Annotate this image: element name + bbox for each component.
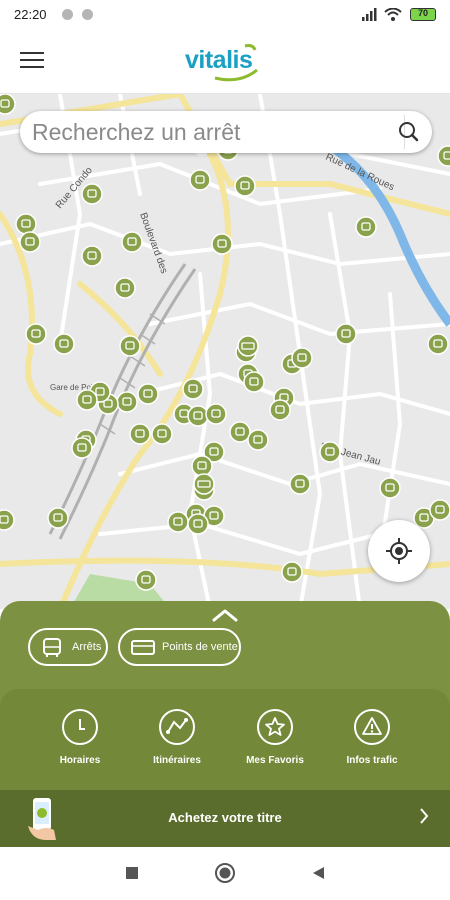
bus-stop-marker-icon[interactable] — [151, 423, 173, 445]
locate-me-button[interactable] — [368, 520, 430, 582]
status-bar: 22:20 70 — [0, 0, 450, 30]
bus-stop-marker-icon[interactable] — [355, 216, 377, 238]
bus-stop-marker-icon[interactable] — [234, 175, 256, 197]
signal-icon — [362, 8, 377, 21]
notification-dot-icon — [62, 9, 73, 20]
bus-stop-marker-icon[interactable] — [119, 335, 141, 357]
bus-stop-marker-icon[interactable] — [137, 383, 159, 405]
infos-trafic-button[interactable]: Infos trafic — [327, 709, 417, 779]
filter-arrets-button[interactable]: Arrêts — [28, 628, 108, 666]
search-input[interactable] — [32, 115, 387, 149]
point-of-sale-marker-icon[interactable] — [237, 335, 259, 357]
bus-stop-marker-icon[interactable] — [187, 405, 209, 427]
search-button[interactable] — [386, 111, 432, 153]
bus-stop-marker-icon[interactable] — [379, 477, 401, 499]
battery-icon: 70 — [410, 8, 436, 21]
bus-stop-marker-icon[interactable] — [189, 169, 211, 191]
notification-dot-icon — [82, 9, 93, 20]
vitalis-logo: vitalis — [185, 40, 275, 84]
bus-stop-marker-icon[interactable] — [114, 277, 136, 299]
bus-stop-marker-icon[interactable] — [135, 569, 157, 591]
bus-stop-marker-icon[interactable] — [281, 561, 303, 583]
bus-stop-marker-icon[interactable] — [19, 231, 41, 253]
bus-stop-marker-icon[interactable] — [76, 389, 98, 411]
bus-stop-marker-icon[interactable] — [289, 473, 311, 495]
filter-label: Points de vente — [162, 641, 238, 653]
bus-icon — [43, 638, 61, 657]
bus-stop-marker-icon[interactable] — [191, 455, 213, 477]
bus-stop-marker-icon[interactable] — [0, 509, 15, 531]
battery-level: 70 — [417, 8, 428, 18]
wifi-icon — [384, 8, 402, 21]
home-icon[interactable] — [214, 862, 236, 884]
shop-icon — [131, 640, 155, 655]
status-time: 22:20 — [14, 7, 47, 22]
itineraires-button[interactable]: Itinéraires — [132, 709, 222, 779]
recent-apps-icon[interactable] — [124, 865, 140, 881]
hamburger-icon[interactable] — [20, 52, 44, 70]
action-label: Infos trafic — [346, 755, 398, 766]
bus-stop-marker-icon[interactable] — [116, 391, 138, 413]
bus-stop-marker-icon[interactable] — [182, 378, 204, 400]
bus-stop-marker-icon[interactable] — [47, 507, 69, 529]
bus-stop-marker-icon[interactable] — [319, 441, 341, 463]
bus-stop-marker-icon[interactable] — [291, 347, 313, 369]
bus-stop-marker-icon[interactable] — [167, 511, 189, 533]
system-navbar — [0, 847, 450, 900]
bus-stop-marker-icon[interactable] — [121, 231, 143, 253]
actions-panel: Horaires Itinéraires Mes Favoris Infos t… — [0, 689, 450, 799]
action-label: Mes Favoris — [246, 755, 304, 766]
chevron-right-icon — [420, 808, 429, 824]
buy-ticket-button[interactable]: Achetez votre titre — [0, 790, 450, 847]
bus-stop-marker-icon[interactable] — [335, 323, 357, 345]
action-label: Itinéraires — [153, 755, 201, 766]
bus-stop-marker-icon[interactable] — [81, 183, 103, 205]
star-icon — [265, 717, 285, 736]
horaires-button[interactable]: Horaires — [35, 709, 125, 779]
bus-stop-marker-icon[interactable] — [81, 245, 103, 267]
route-icon — [166, 718, 188, 734]
bus-stop-marker-icon[interactable] — [129, 423, 151, 445]
bus-stop-marker-icon[interactable] — [205, 403, 227, 425]
bus-stop-marker-icon[interactable] — [247, 429, 269, 451]
bus-stop-marker-icon[interactable] — [25, 323, 47, 345]
bus-stop-marker-icon[interactable] — [269, 399, 291, 421]
bus-stop-marker-icon[interactable] — [187, 513, 209, 535]
mes-favoris-button[interactable]: Mes Favoris — [230, 709, 320, 779]
bus-stop-marker-icon[interactable] — [429, 499, 450, 521]
bus-stop-marker-icon[interactable] — [243, 371, 265, 393]
crosshair-icon — [386, 538, 412, 564]
bus-stop-marker-icon[interactable] — [15, 213, 37, 235]
filter-label: Arrêts — [72, 641, 102, 653]
bus-stop-marker-icon[interactable] — [71, 437, 93, 459]
bottom-sheet: Arrêts Points de vente Horaires Itinérai… — [0, 601, 450, 847]
buy-ticket-label: Achetez votre titre — [168, 810, 282, 825]
bus-stop-marker-icon[interactable] — [53, 333, 75, 355]
chevron-up-icon[interactable] — [211, 607, 239, 623]
bus-stop-marker-icon[interactable] — [0, 94, 16, 115]
clock-icon — [79, 719, 85, 730]
warning-icon — [362, 717, 382, 735]
bus-stop-marker-icon[interactable] — [229, 421, 251, 443]
search-icon — [399, 122, 419, 142]
logo-swoosh-icon — [214, 44, 258, 82]
app-header: vitalis — [0, 30, 450, 94]
bus-stop-marker-icon[interactable] — [427, 333, 449, 355]
search-bar — [20, 111, 432, 153]
bus-stop-marker-icon[interactable] — [211, 233, 233, 255]
back-icon[interactable] — [310, 865, 326, 881]
filter-points-de-vente-button[interactable]: Points de vente — [118, 628, 241, 666]
point-of-sale-marker-icon[interactable] — [193, 473, 215, 495]
action-label: Horaires — [59, 755, 101, 766]
